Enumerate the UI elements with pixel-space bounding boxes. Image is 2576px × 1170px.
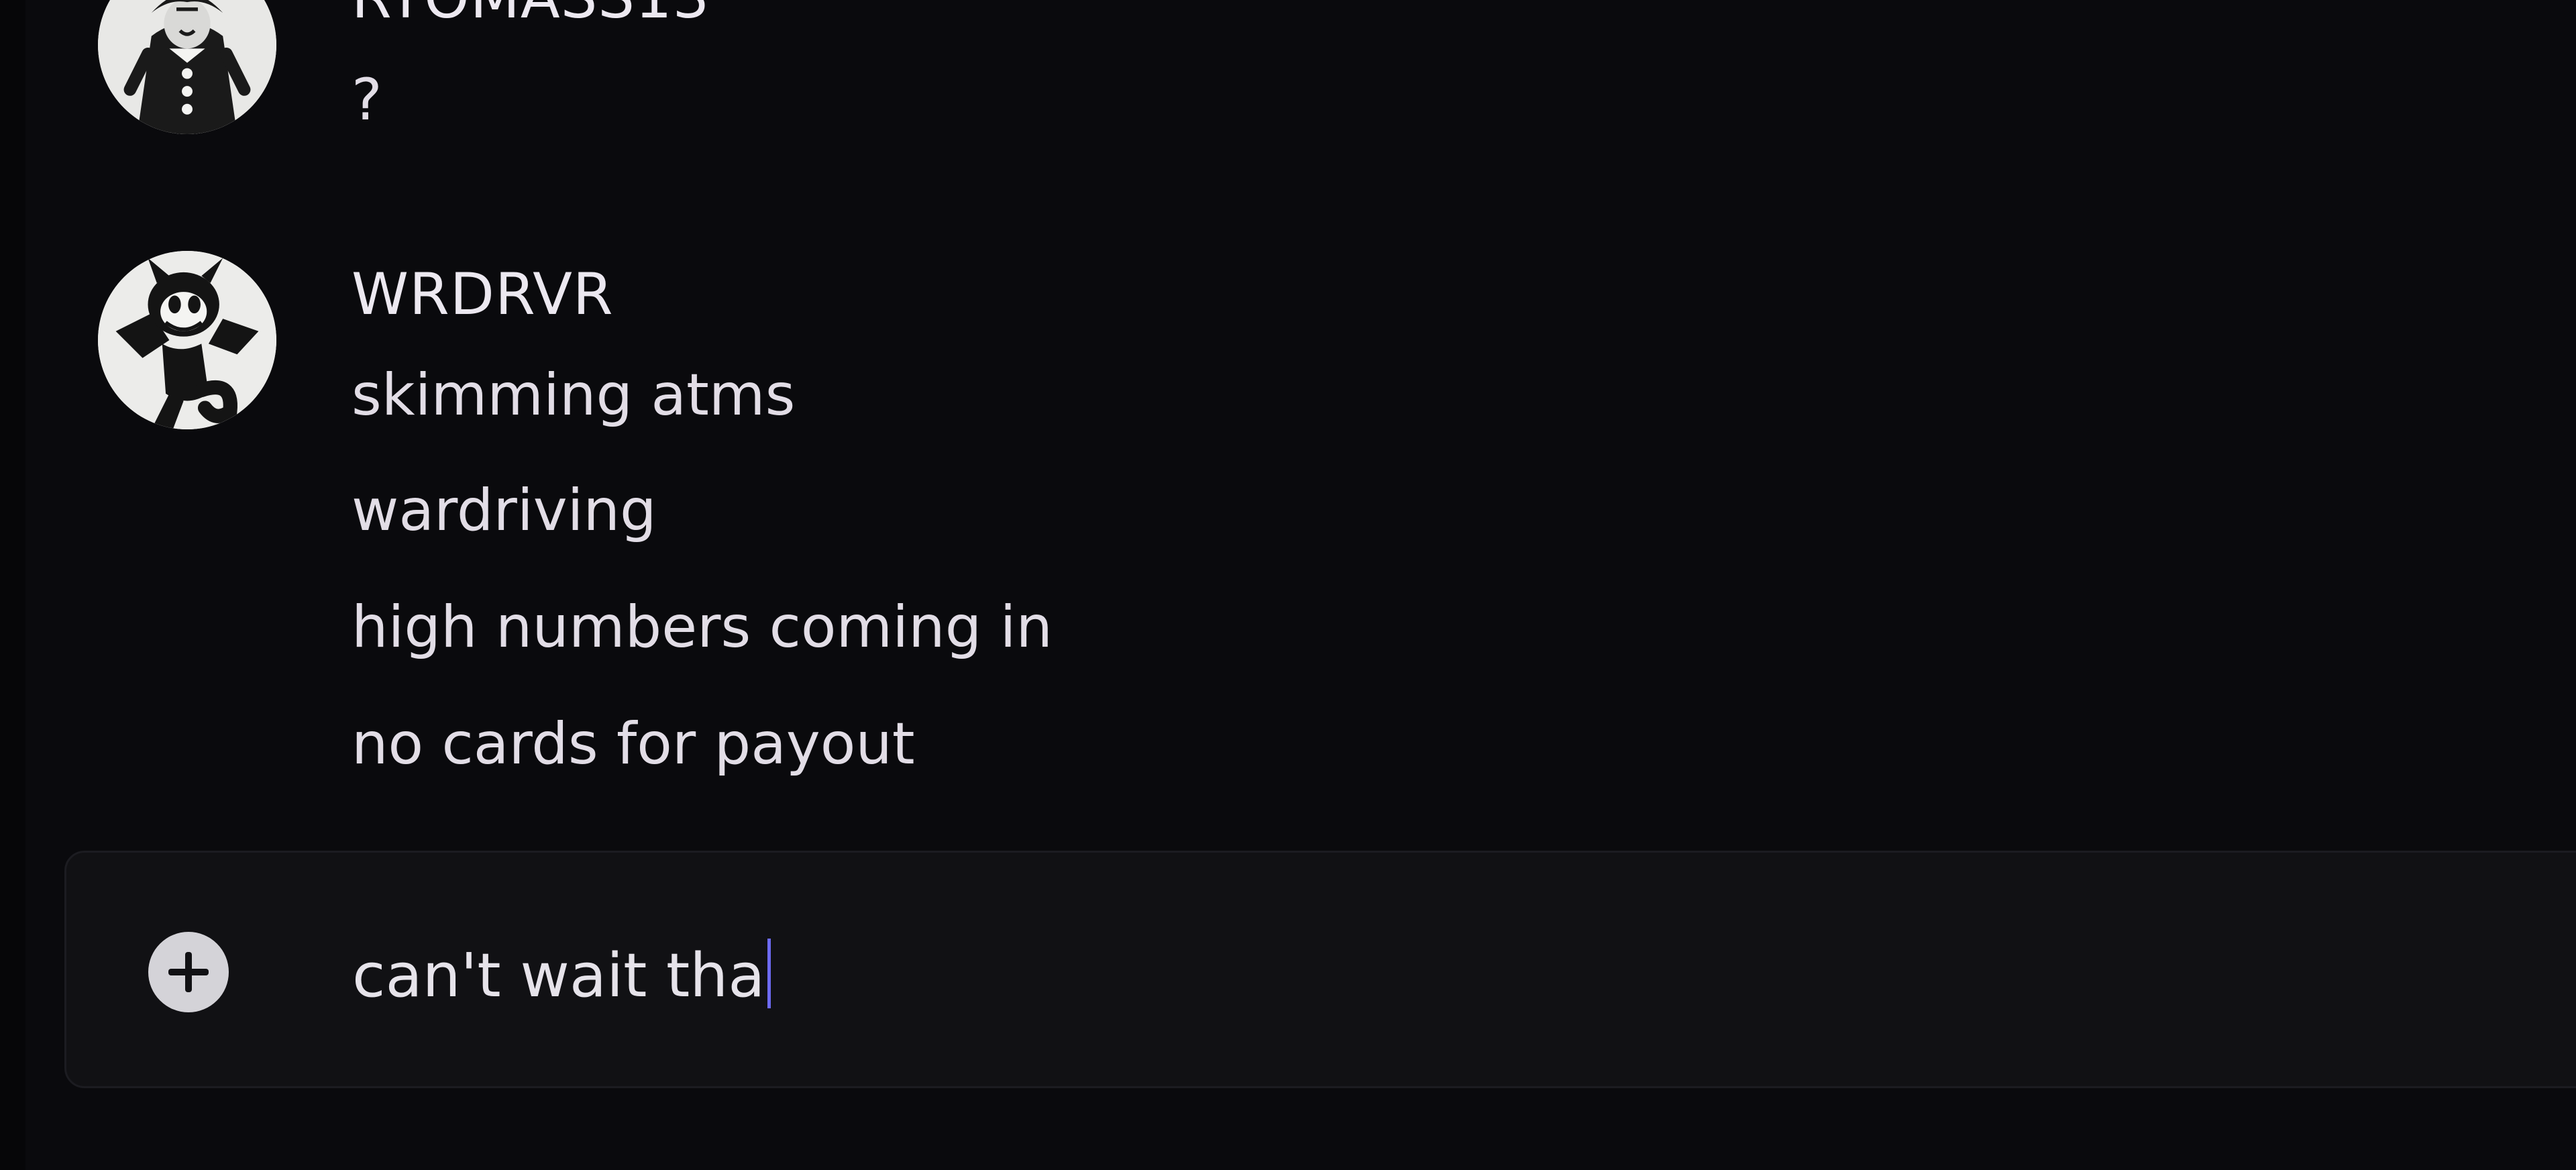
text-caret [767,939,771,1008]
chat-window: RTOMASS13 ? WRDRVR skimming atms wardriv… [0,0,2576,1170]
user-avatar[interactable] [98,0,276,134]
message-username[interactable]: WRDRVR [352,266,614,323]
cartoon-cat-avatar-icon [98,251,276,429]
message-text: skimming atms [352,362,796,429]
message-composer[interactable]: can't wait tha [64,851,2576,1088]
message-input-text: can't wait tha [352,941,765,1011]
message-input[interactable]: can't wait tha [352,939,771,1008]
message-username[interactable]: RTOMASS13 [352,0,710,27]
user-avatar[interactable] [98,251,276,429]
plus-circle-icon[interactable] [148,932,229,1012]
message-text: ? [352,66,382,134]
message-text: wardriving [352,477,657,544]
plus-vertical [185,952,192,992]
message-text: high numbers coming in [352,594,1053,661]
clown-avatar-icon [98,0,276,134]
message-text: no cards for payout [352,710,915,778]
